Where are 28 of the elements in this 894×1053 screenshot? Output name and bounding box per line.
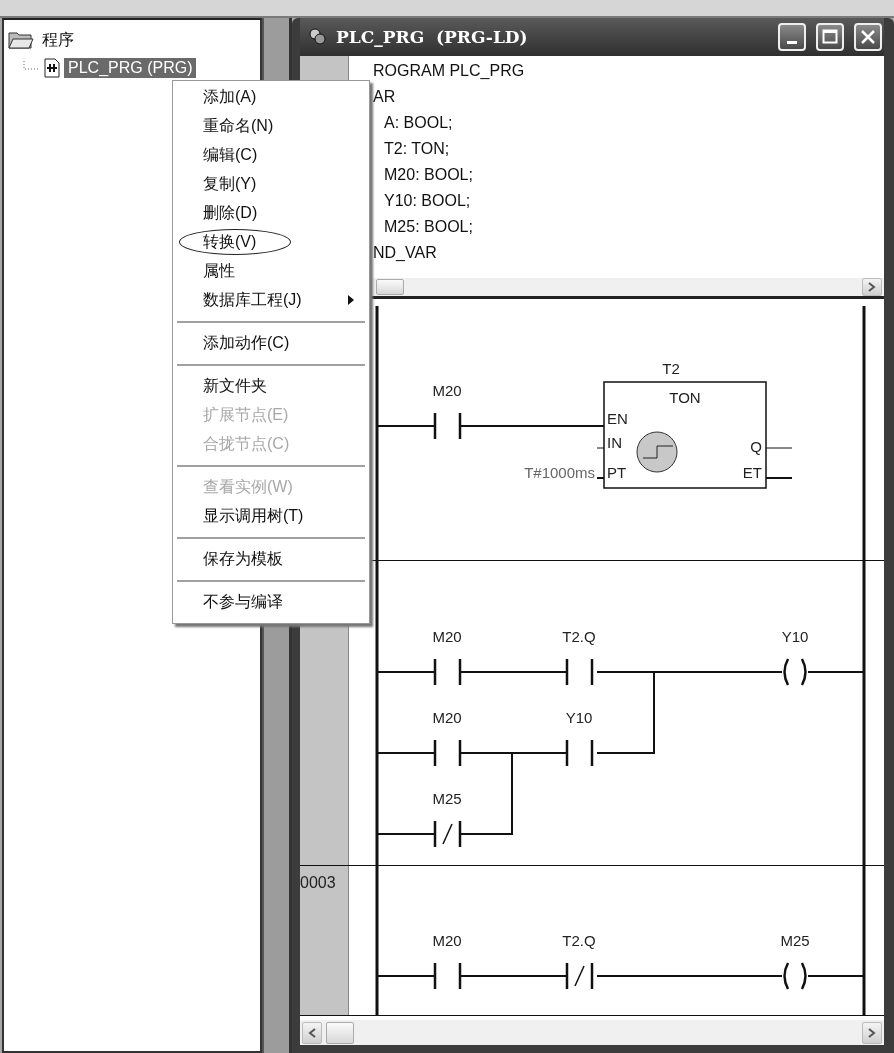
code-line: AR [373,87,397,107]
pin-label: ET [742,464,762,481]
code-line: Y10: BOOL; [383,191,472,211]
instance-label: T2 [662,360,680,377]
block-type-label: TON [669,389,701,406]
variable-label: T2.Q [562,932,596,949]
preset-value: T#1000ms [524,464,595,481]
code-line: ROGRAM PLC_PRG [373,61,526,81]
variable-label: T2.Q [562,628,596,645]
code-line: M25: BOOL; [383,217,474,237]
variable-label: Y10 [565,709,593,726]
code-line: M20: BOOL; [383,165,474,185]
variable-label: M20 [432,709,462,726]
network-number: 0003 [300,874,336,891]
pin-label: PT [607,464,627,481]
variable-label: M20 [432,382,462,399]
code-line: T2: TON; [383,139,451,159]
variable-label: M25 [780,932,810,949]
pin-label: IN [607,434,622,451]
pin-label: Q [750,438,762,455]
variable-label: M20 [432,932,462,949]
variable-label: M25 [432,790,462,807]
pin-label: EN [607,410,628,427]
variable-label: Y10 [781,628,809,645]
code-line: ND_VAR [373,243,438,263]
code-line: A: BOOL; [383,113,454,133]
window-title: PLC_PRG (PRG-LD) [336,27,529,47]
variable-label: M20 [432,628,462,645]
